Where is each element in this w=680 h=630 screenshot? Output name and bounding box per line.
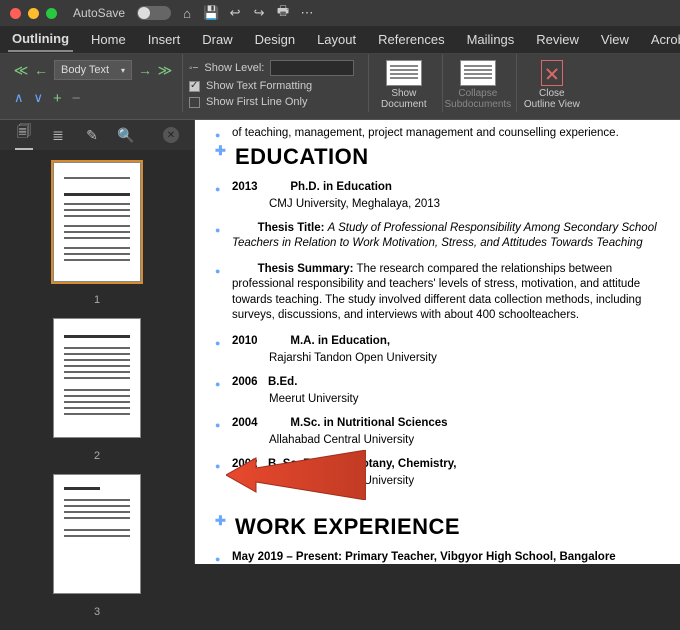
body-text: Thesis Title: A Study of Professional Re…: [232, 221, 666, 252]
promote-to-heading1-icon[interactable]: ≪: [14, 63, 28, 77]
show-document-button[interactable]: Show Document: [368, 54, 438, 112]
outline-expand-icon[interactable]: ✚: [215, 144, 227, 157]
bullet-icon: ●: [215, 266, 224, 276]
document-icon: [386, 60, 422, 86]
ribbon-tabs: Outlining Home Insert Draw Design Layout…: [0, 26, 680, 54]
page-thumbnail-1[interactable]: [53, 162, 141, 282]
show-level-icon: ◦−: [189, 63, 198, 74]
bullet-icon: ●: [215, 338, 224, 348]
minimize-window-icon[interactable]: [28, 8, 39, 19]
expand-icon[interactable]: +: [53, 90, 62, 107]
bullet-icon: ●: [215, 184, 224, 194]
body-text: 2013 Ph.D. in Education: [232, 180, 392, 196]
show-text-formatting-label: Show Text Formatting: [206, 80, 312, 92]
body-text: CMJ University, Meghalaya, 2013: [269, 197, 666, 213]
body-text: Allahabad Central University: [269, 433, 666, 449]
find-pane-tab[interactable]: 🔍: [117, 127, 135, 144]
body-text: Meerut University: [269, 392, 666, 408]
thumb-label-2: 2: [94, 450, 100, 462]
more-icon[interactable]: ⋯: [299, 5, 315, 21]
body-text: 2004 M.Sc. in Nutritional Sciences: [232, 416, 448, 432]
body-text: 2006B.Ed.: [232, 375, 297, 391]
bullet-icon: ●: [215, 420, 224, 430]
bullet-icon: ●: [215, 554, 224, 564]
titlebar: AutoSave ⌂ 💾 ↩ ↪ 🖶 ⋯: [0, 0, 680, 26]
outline-tools-group: ≪ ← Body Text ▾ → ≫ ∧ ∨ + −: [0, 54, 182, 111]
heading-work-experience: WORK EXPERIENCE: [235, 514, 460, 540]
show-level-label: Show Level:: [204, 62, 264, 74]
body-text: Thesis Summary: The research compared th…: [232, 262, 666, 324]
tab-layout[interactable]: Layout: [313, 28, 360, 51]
show-first-line-checkbox[interactable]: [189, 97, 200, 108]
outline-expand-icon[interactable]: ✚: [215, 514, 227, 527]
page-thumbnail-3[interactable]: [53, 474, 141, 594]
body-text: Allahabad Central University: [269, 474, 666, 490]
tab-acrobat[interactable]: Acrobat: [647, 28, 680, 51]
autosave-label: AutoSave: [73, 6, 125, 20]
print-icon[interactable]: 🖶: [275, 5, 291, 21]
ribbon: ≪ ← Body Text ▾ → ≫ ∧ ∨ + − ◦− Show Level…: [0, 54, 680, 120]
document-outline[interactable]: ● of teaching, management, project manage…: [195, 120, 680, 564]
outline-level-dropdown[interactable]: Body Text ▾: [54, 60, 132, 80]
show-group: ◦− Show Level: Show Text Formatting Show…: [182, 54, 364, 112]
window-controls[interactable]: [10, 8, 57, 19]
close-pane-icon[interactable]: ✕: [163, 127, 179, 143]
show-level-dropdown[interactable]: [270, 60, 354, 76]
tab-outlining[interactable]: Outlining: [8, 27, 73, 52]
navigation-pane: 🗐 ≣ ✎ 🔍 ✕ 1 2: [0, 120, 195, 564]
demote-to-body-icon[interactable]: ≫: [158, 63, 172, 77]
thumbnail-pane-tab[interactable]: 🗐: [15, 121, 33, 150]
chevron-updown-icon: ▾: [121, 66, 125, 75]
subdocuments-icon: [460, 60, 496, 86]
promote-icon[interactable]: ←: [34, 63, 48, 77]
tab-draw[interactable]: Draw: [198, 28, 236, 51]
autosave-toggle[interactable]: [137, 6, 171, 20]
close-icon: [541, 60, 563, 86]
body-text: 2002B. Sc. Zoology, Botany, Chemistry,: [232, 457, 457, 473]
tab-view[interactable]: View: [597, 28, 633, 51]
thumb-label-1: 1: [94, 294, 100, 306]
outline-level-value: Body Text: [61, 64, 109, 76]
outline-pane-tab[interactable]: ≣: [49, 127, 67, 144]
tab-design[interactable]: Design: [251, 28, 299, 51]
move-up-icon[interactable]: ∧: [14, 90, 24, 107]
collapse-icon[interactable]: −: [72, 90, 81, 107]
body-text: Rajarshi Tandon Open University: [269, 351, 666, 367]
bullet-icon: ●: [215, 461, 224, 471]
tab-review[interactable]: Review: [532, 28, 583, 51]
bullet-icon: ●: [215, 130, 224, 140]
thumb-label-3: 3: [94, 606, 100, 618]
save-icon[interactable]: 💾: [203, 5, 219, 21]
body-text: May 2019 – Present: Primary Teacher, Vib…: [232, 550, 616, 564]
move-down-icon[interactable]: ∨: [34, 90, 44, 107]
tab-references[interactable]: References: [374, 28, 448, 51]
body-text: of teaching, management, project managem…: [232, 126, 619, 142]
bullet-icon: ●: [215, 379, 224, 389]
show-first-line-label: Show First Line Only: [206, 96, 307, 108]
demote-icon[interactable]: →: [138, 63, 152, 77]
close-window-icon[interactable]: [10, 8, 21, 19]
collapse-subdocuments-button[interactable]: Collapse Subdocuments: [442, 54, 512, 112]
close-outline-label: Close Outline View: [524, 88, 580, 110]
page-thumbnail-2[interactable]: [53, 318, 141, 438]
show-document-label: Show Document: [381, 88, 427, 110]
collapse-subdocuments-label: Collapse Subdocuments: [444, 88, 511, 110]
tab-home[interactable]: Home: [87, 28, 130, 51]
zoom-window-icon[interactable]: [46, 8, 57, 19]
undo-icon[interactable]: ↩: [227, 5, 243, 21]
review-pane-tab[interactable]: ✎: [83, 127, 101, 144]
close-outline-view-button[interactable]: Close Outline View: [516, 54, 586, 112]
show-text-formatting-checkbox[interactable]: [189, 81, 200, 92]
body-text: 2010 M.A. in Education,: [232, 334, 390, 350]
tab-mailings[interactable]: Mailings: [463, 28, 519, 51]
home-icon[interactable]: ⌂: [179, 5, 195, 21]
redo-icon[interactable]: ↪: [251, 5, 267, 21]
tab-insert[interactable]: Insert: [144, 28, 185, 51]
bullet-icon: ●: [215, 225, 224, 235]
heading-education: EDUCATION: [235, 144, 369, 170]
